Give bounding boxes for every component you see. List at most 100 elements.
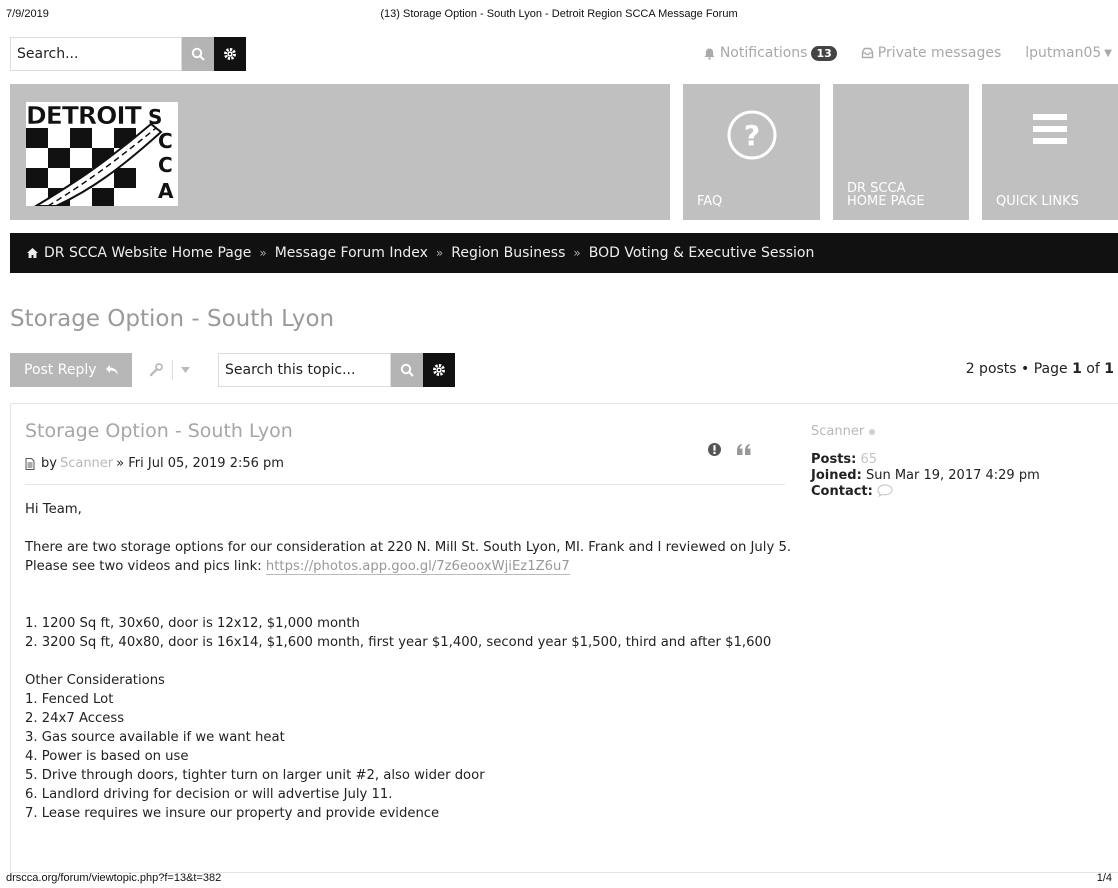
- post-author-link[interactable]: Scanner: [60, 456, 113, 471]
- print-footer: drscca.org/forum/viewtopic.php?f=13&t=38…: [6, 872, 1112, 886]
- considerations-heading: Other Considerations: [25, 673, 165, 688]
- site-logo-panel[interactable]: DETROIT S C C A: [10, 84, 670, 220]
- consideration-item: 6. Landlord driving for decision or will…: [25, 787, 393, 802]
- posts-count[interactable]: 65: [861, 452, 878, 467]
- home-page-tile[interactable]: DR SCCA HOME PAGE: [833, 84, 969, 220]
- post-date: Fri Jul 05, 2019 2:56 pm: [128, 456, 284, 471]
- logo-letter-3: C: [158, 153, 173, 177]
- date-separator: »: [116, 456, 125, 471]
- post-intro: There are two storage options for our co…: [25, 538, 805, 576]
- post-title[interactable]: Storage Option - South Lyon: [25, 420, 293, 442]
- home-icon: [27, 248, 38, 258]
- post-divider: [25, 484, 785, 485]
- gear-icon: [433, 364, 445, 376]
- contact-label: Contact:: [811, 484, 873, 499]
- notifications-link[interactable]: Notifications 13: [703, 45, 837, 61]
- topic-search-button[interactable]: [391, 353, 423, 387]
- post-greeting: Hi Team,: [25, 502, 82, 517]
- private-messages-label: Private messages: [877, 45, 1002, 61]
- wrench-icon: [149, 363, 163, 377]
- joined-date: Sun Mar 19, 2017 4:29 pm: [865, 468, 1040, 483]
- question-circle-icon: ?: [727, 110, 776, 160]
- user-links: Notifications 13 Private messages lputma…: [679, 45, 1112, 61]
- breadcrumb-item-home[interactable]: DR SCCA Website Home Page: [44, 245, 251, 261]
- breadcrumb-item-forum-index[interactable]: Message Forum Index: [275, 245, 428, 261]
- search-icon: [400, 363, 414, 377]
- print-page-title: (13) Storage Option - South Lyon - Detro…: [380, 8, 738, 20]
- bell-icon: [704, 48, 715, 60]
- print-url: drscca.org/forum/viewtopic.php?f=13&t=38…: [6, 872, 222, 884]
- tools-divider: [172, 360, 173, 380]
- user-menu[interactable]: lputman05 ▼: [1025, 45, 1112, 61]
- search-input[interactable]: [10, 37, 182, 71]
- post-body: Hi Team, There are two storage options f…: [25, 500, 805, 823]
- quote-icon[interactable]: [736, 443, 752, 456]
- speech-bubble-icon[interactable]: [877, 484, 893, 498]
- breadcrumb-item-bod-voting[interactable]: BOD Voting & Executive Session: [589, 245, 815, 261]
- faq-icon-wrap: ?: [683, 108, 820, 162]
- consideration-item: 1. Fenced Lot: [25, 692, 114, 707]
- post: Storage Option - South Lyon by Scanner »…: [10, 403, 1118, 873]
- faq-label: FAQ: [697, 194, 723, 209]
- detroit-scca-logo: DETROIT S C C A: [26, 102, 178, 207]
- private-messages-link[interactable]: Private messages: [861, 45, 1001, 61]
- svg-text:?: ?: [743, 119, 759, 152]
- by-label: by: [41, 456, 57, 471]
- post-reply-button[interactable]: Post Reply: [10, 353, 132, 387]
- search-button[interactable]: [182, 37, 214, 71]
- username: lputman05: [1025, 45, 1102, 61]
- posts-label: Posts:: [811, 452, 857, 467]
- home-page-label: DR SCCA HOME PAGE: [847, 181, 925, 209]
- breadcrumb-item-region-business[interactable]: Region Business: [451, 245, 565, 261]
- top-bar: Notifications 13 Private messages lputma…: [10, 37, 1118, 73]
- pagination-current-page: 1: [1072, 361, 1082, 377]
- post-file-icon[interactable]: [25, 457, 35, 470]
- quick-links-icon-wrap: [982, 108, 1118, 148]
- topic-advanced-search-button[interactable]: [423, 353, 455, 387]
- logo-word: DETROIT: [26, 102, 142, 130]
- topic-search-input[interactable]: [218, 353, 391, 387]
- profile-joined: Joined: Sun Mar 19, 2017 4:29 pm: [811, 468, 1040, 484]
- profile-posts: Posts: 65: [811, 452, 1040, 468]
- inbox-icon: [861, 47, 873, 59]
- search-icon: [191, 47, 205, 61]
- joined-label: Joined:: [811, 468, 862, 483]
- breadcrumb-separator: »: [435, 246, 444, 260]
- notifications-label: Notifications: [719, 45, 808, 61]
- logo-letter-4: A: [158, 179, 174, 203]
- logo-lettering: DETROIT S C C A: [26, 102, 174, 203]
- report-icon[interactable]: [707, 442, 722, 457]
- topic-tools-dropdown[interactable]: [140, 353, 216, 387]
- topic-action-bar: Post Reply 2 posts • Page 1 of 1: [10, 353, 1118, 387]
- faq-tile[interactable]: ? FAQ: [683, 84, 820, 220]
- post-reply-label: Post Reply: [24, 362, 97, 378]
- caret-down-icon: ▼: [1104, 47, 1112, 59]
- photos-link[interactable]: https://photos.app.goo.gl/7z6eooxWjiEz1Z…: [265, 559, 570, 575]
- pagination-total-pages: 1: [1104, 361, 1114, 377]
- post-author-line: by Scanner » Fri Jul 05, 2019 2:56 pm: [25, 456, 284, 471]
- option-item: 2. 3200 Sq ft, 40x80, door is 16x14, $1,…: [25, 635, 772, 650]
- hamburger-icon: [1033, 114, 1067, 144]
- quick-links-tile[interactable]: QUICK LINKS: [982, 84, 1118, 220]
- print-header: 7/9/2019 (13) Storage Option - South Lyo…: [6, 8, 1112, 22]
- notifications-badge: 13: [811, 45, 837, 61]
- pagination-prefix: 2 posts • Page: [965, 361, 1073, 377]
- logo-letter-1: S: [148, 105, 162, 129]
- advanced-search-button[interactable]: [214, 37, 246, 71]
- profile-contact: Contact:: [811, 484, 1040, 500]
- breadcrumb-separator: »: [573, 246, 581, 260]
- pagination: 2 posts • Page 1 of 1: [966, 361, 1114, 377]
- online-status-icon: [869, 429, 876, 435]
- profile-username[interactable]: Scanner: [811, 424, 864, 440]
- post-actions: [707, 442, 766, 457]
- caret-down-icon: [181, 367, 190, 373]
- post-profile: Scanner Posts: 65 Joined: Sun Mar 19, 20…: [811, 424, 1040, 500]
- option-item: 1. 1200 Sq ft, 30x60, door is 12x12, $1,…: [25, 616, 360, 631]
- consideration-item: 7. Lease requires we insure our property…: [25, 806, 440, 821]
- print-page-number: 1/4: [1096, 872, 1112, 884]
- consideration-item: 5. Drive through doors, tighter turn on …: [25, 768, 485, 783]
- topic-title[interactable]: Storage Option - South Lyon: [10, 306, 334, 332]
